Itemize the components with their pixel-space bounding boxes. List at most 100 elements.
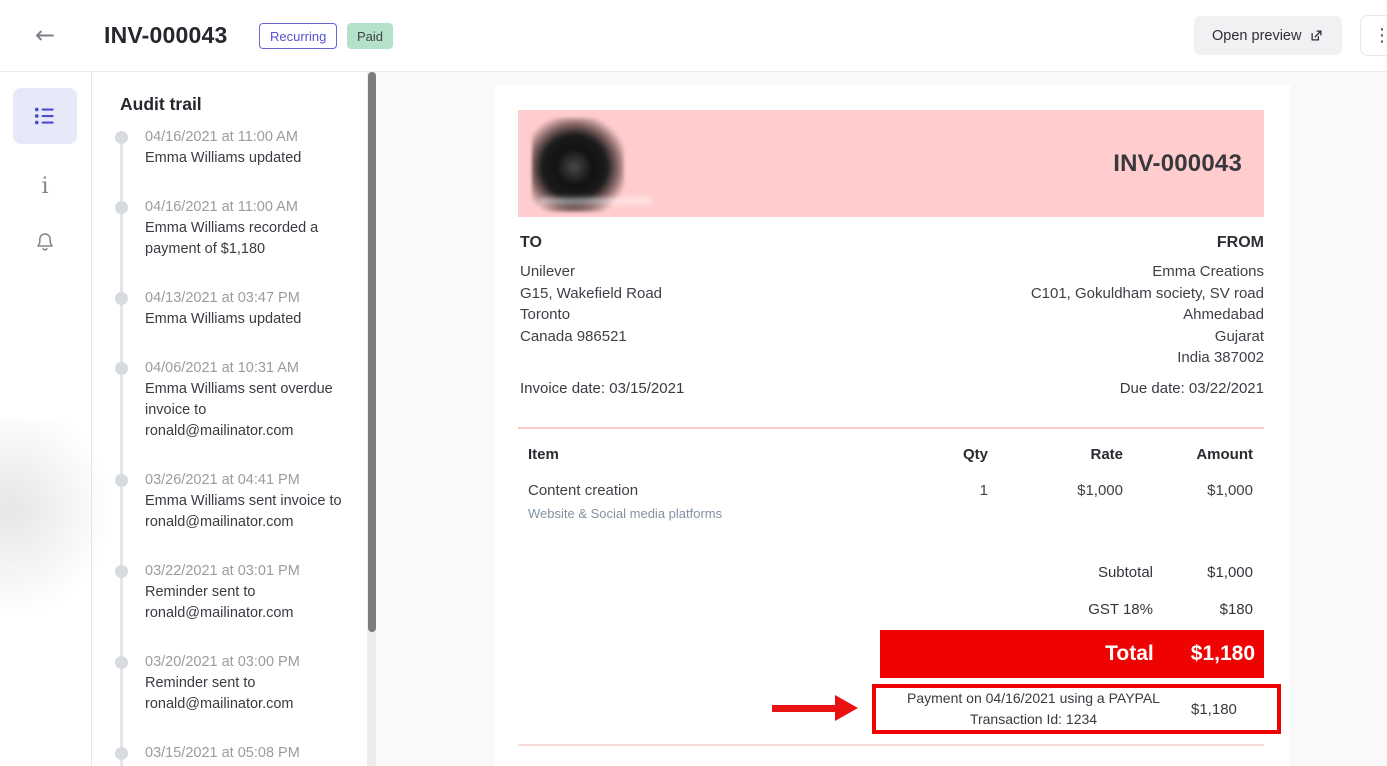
audit-text: Emma Williams sent overdue invoice to ro… bbox=[145, 379, 350, 442]
bell-icon bbox=[33, 230, 57, 254]
to-line: Canada 986521 bbox=[520, 326, 662, 348]
more-options-button[interactable]: ⋮ bbox=[1360, 15, 1387, 56]
open-preview-label: Open preview bbox=[1212, 28, 1301, 44]
from-line: C101, Gokuldham society, SV road bbox=[1031, 283, 1264, 305]
to-line: G15, Wakefield Road bbox=[520, 283, 662, 305]
list-icon bbox=[32, 103, 58, 129]
timeline-dot bbox=[115, 565, 128, 578]
col-item: Item bbox=[528, 446, 908, 463]
audit-timestamp: 03/20/2021 at 03:00 PM bbox=[145, 652, 365, 673]
invoice-preview-area: INV-000043 TO Unilever G15, Wakefield Ro… bbox=[376, 72, 1387, 766]
audit-timestamp: 04/16/2021 at 11:00 AM bbox=[145, 197, 365, 218]
left-icon-rail: i bbox=[0, 72, 92, 766]
invoice-date: Invoice date: 03/15/2021 bbox=[520, 380, 684, 397]
timeline-dot bbox=[115, 131, 128, 144]
total-bar: Total $1,180 bbox=[880, 630, 1264, 678]
payment-highlight-box: Payment on 04/16/2021 using a PAYPAL Tra… bbox=[872, 684, 1281, 734]
audit-timestamp: 04/13/2021 at 03:47 PM bbox=[145, 288, 365, 309]
from-label: FROM bbox=[1031, 234, 1264, 252]
audit-trail-title: Audit trail bbox=[120, 94, 202, 115]
timeline-dot bbox=[115, 201, 128, 214]
invoice-number: INV-000043 bbox=[1113, 110, 1242, 217]
audit-entry: 04/06/2021 at 10:31 AM Emma Williams sen… bbox=[115, 358, 365, 442]
from-line: Gujarat bbox=[1031, 326, 1264, 348]
gst-label: GST 18% bbox=[1088, 601, 1153, 618]
subtotal-row: Subtotal $1,000 bbox=[528, 564, 1253, 581]
col-amount: Amount bbox=[1123, 446, 1253, 463]
audit-entry: 03/22/2021 at 03:01 PM Reminder sent to … bbox=[115, 561, 365, 624]
from-line: Emma Creations bbox=[1031, 261, 1264, 283]
audit-entry: 03/15/2021 at 05:08 PM bbox=[115, 743, 365, 764]
recurring-badge: Recurring bbox=[259, 23, 337, 49]
to-line: Toronto bbox=[520, 304, 662, 326]
total-value: $1,180 bbox=[1191, 642, 1255, 666]
audit-text: Emma Williams updated bbox=[145, 309, 350, 330]
audit-scrollbar-thumb[interactable] bbox=[368, 72, 376, 632]
audit-text: Reminder sent to ronald@mailinator.com bbox=[145, 673, 350, 715]
subtotal-label: Subtotal bbox=[1098, 564, 1153, 581]
info-icon: i bbox=[41, 174, 48, 199]
line-items-header: Item Qty Rate Amount bbox=[528, 446, 1253, 463]
table-top-divider bbox=[518, 427, 1264, 429]
audit-entry: 03/26/2021 at 04:41 PM Emma Williams sen… bbox=[115, 470, 365, 533]
audit-entry: 04/13/2021 at 03:47 PM Emma Williams upd… bbox=[115, 288, 365, 330]
audit-text: Emma Williams recorded a payment of $1,1… bbox=[145, 218, 350, 260]
invoice-dates-row: Invoice date: 03/15/2021 Due date: 03/22… bbox=[520, 380, 1264, 397]
to-line: Unilever bbox=[520, 261, 662, 283]
item-name: Content creation bbox=[528, 482, 908, 499]
invoice-footer-divider bbox=[518, 744, 1264, 746]
annotation-arrow bbox=[772, 705, 836, 712]
bill-to-block: TO Unilever G15, Wakefield Road Toronto … bbox=[520, 234, 662, 347]
audit-timestamp: 03/15/2021 at 05:08 PM bbox=[145, 743, 365, 764]
audit-timeline: 04/16/2021 at 11:00 AM Emma Williams upd… bbox=[115, 127, 365, 766]
page-title: INV-000043 bbox=[104, 22, 227, 49]
from-line: Ahmedabad bbox=[1031, 304, 1264, 326]
open-preview-button[interactable]: Open preview bbox=[1194, 16, 1342, 55]
annotation-arrow-head bbox=[835, 695, 858, 721]
col-qty: Qty bbox=[908, 446, 988, 463]
invoice-detail-page: ← INV-000043 Recurring Paid Open preview… bbox=[0, 0, 1387, 766]
timeline-dot bbox=[115, 656, 128, 669]
col-rate: Rate bbox=[988, 446, 1123, 463]
sidebar-item-details[interactable]: i bbox=[13, 158, 77, 214]
paid-status-badge: Paid bbox=[347, 23, 393, 49]
audit-timestamp: 03/22/2021 at 03:01 PM bbox=[145, 561, 365, 582]
timeline-dot bbox=[115, 362, 128, 375]
kebab-menu-icon: ⋮ bbox=[1373, 25, 1387, 46]
audit-text: Reminder sent to ronald@mailinator.com bbox=[145, 582, 350, 624]
back-arrow-icon[interactable]: ← bbox=[28, 21, 62, 51]
sidebar-item-notifications[interactable] bbox=[13, 214, 77, 270]
from-line: India 387002 bbox=[1031, 347, 1264, 369]
to-label: TO bbox=[520, 234, 662, 252]
audit-scrollbar-track[interactable] bbox=[367, 72, 376, 766]
timeline-dot bbox=[115, 292, 128, 305]
payment-amount: $1,180 bbox=[1191, 701, 1277, 718]
bill-from-block: FROM Emma Creations C101, Gokuldham soci… bbox=[1031, 234, 1264, 369]
sidebar-item-audit-trail[interactable] bbox=[13, 88, 77, 144]
gst-row: GST 18% $180 bbox=[528, 601, 1253, 618]
audit-text: Emma Williams sent invoice to ronald@mai… bbox=[145, 491, 350, 533]
item-amount: $1,000 bbox=[1123, 482, 1253, 521]
invoice-banner: INV-000043 bbox=[518, 110, 1264, 217]
top-header: ← INV-000043 Recurring Paid Open preview… bbox=[0, 0, 1387, 72]
invoice-document: INV-000043 TO Unilever G15, Wakefield Ro… bbox=[495, 85, 1290, 766]
audit-timestamp: 04/16/2021 at 11:00 AM bbox=[145, 127, 365, 148]
gst-value: $180 bbox=[1153, 601, 1253, 618]
audit-entry: 04/16/2021 at 11:00 AM Emma Williams upd… bbox=[115, 127, 365, 169]
audit-entry: 03/20/2021 at 03:00 PM Reminder sent to … bbox=[115, 652, 365, 715]
item-qty: 1 bbox=[908, 482, 988, 521]
audit-trail-panel: Audit trail 04/16/2021 at 11:00 AM Emma … bbox=[92, 72, 376, 766]
timeline-dot bbox=[115, 474, 128, 487]
subtotal-value: $1,000 bbox=[1153, 564, 1253, 581]
external-link-icon bbox=[1309, 28, 1324, 43]
audit-entry: 04/16/2021 at 11:00 AM Emma Williams rec… bbox=[115, 197, 365, 260]
item-rate: $1,000 bbox=[988, 482, 1123, 521]
payment-line1: Payment on 04/16/2021 using a PAYPAL bbox=[876, 688, 1191, 709]
logo-highlight bbox=[540, 198, 652, 204]
item-description: Website & Social media platforms bbox=[528, 506, 908, 521]
total-label: Total bbox=[1105, 642, 1154, 666]
audit-text: Emma Williams updated bbox=[145, 148, 350, 169]
audit-timestamp: 03/26/2021 at 04:41 PM bbox=[145, 470, 365, 491]
timeline-dot bbox=[115, 747, 128, 760]
payment-line2: Transaction Id: 1234 bbox=[876, 709, 1191, 730]
